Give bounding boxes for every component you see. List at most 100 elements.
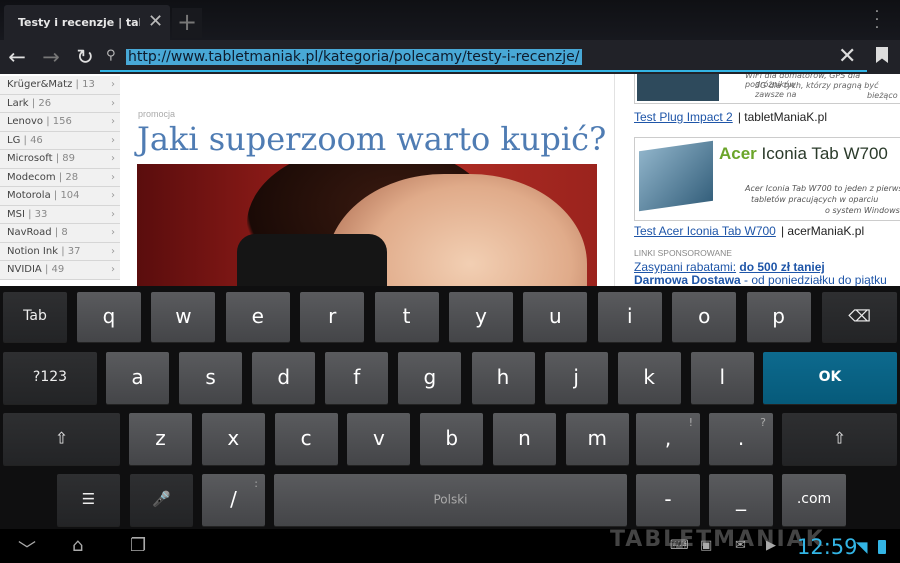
key-u[interactable]: u bbox=[523, 292, 588, 342]
key-slash[interactable]: /: bbox=[202, 474, 265, 526]
url-field[interactable]: ⚲ http://www.tabletmaniak.pl/kategoria/p… bbox=[100, 46, 867, 72]
sidebar-item[interactable]: NVIDIA | 49 › bbox=[0, 261, 120, 280]
promo-text[interactable]: Zasypani rabatami: bbox=[634, 260, 736, 274]
key-d[interactable]: d bbox=[252, 352, 316, 404]
home-icon[interactable]: ⌂ bbox=[72, 535, 83, 556]
ad-banner-plug[interactable]: WiFi dla domatorów, GPS dla podróżników … bbox=[634, 74, 900, 104]
key-shift-right[interactable]: ⇧ bbox=[782, 413, 897, 465]
article-hero-image[interactable] bbox=[137, 164, 597, 286]
key-shift-left[interactable]: ⇧ bbox=[3, 413, 120, 465]
hide-keyboard-icon[interactable]: ﹀ bbox=[18, 536, 36, 562]
sidebar-item[interactable]: LG | 46 › bbox=[0, 131, 120, 150]
promo-bold[interactable]: do 500 zł taniej bbox=[739, 260, 824, 274]
overflow-menu-icon[interactable]: · · · bbox=[872, 5, 882, 35]
key-comma[interactable]: ,! bbox=[636, 413, 700, 465]
key-backspace[interactable]: ⌫ bbox=[822, 292, 897, 342]
sidebar-item[interactable]: Microsoft | 89 › bbox=[0, 150, 120, 169]
url-text[interactable]: http://www.tabletmaniak.pl/kategoria/pol… bbox=[126, 49, 582, 65]
sidebar-item[interactable]: MSI | 33 › bbox=[0, 205, 120, 224]
key-symbols[interactable]: ?123 bbox=[3, 352, 97, 404]
reload-icon[interactable]: ↻ bbox=[72, 46, 98, 68]
sponsored-link-1[interactable]: Zasypani rabatami: do 500 zł taniej bbox=[634, 260, 825, 274]
microphone-icon: 🎤 bbox=[152, 490, 171, 509]
key-k[interactable]: k bbox=[617, 352, 681, 404]
key-p[interactable]: p bbox=[746, 292, 811, 342]
sidebar-item-name: Krüger&Matz bbox=[7, 79, 73, 90]
sponsored-link-2[interactable]: Darmowa Dostawa - od poniedziałku do pią… bbox=[634, 273, 887, 286]
chevron-right-icon: › bbox=[111, 97, 115, 109]
key-ok[interactable]: OK bbox=[763, 352, 897, 404]
sidebar-item[interactable]: NavRoad | 8 › bbox=[0, 224, 120, 243]
sidebar-item-name: LG bbox=[7, 134, 21, 146]
image-icon: ▣ bbox=[700, 538, 713, 553]
sidebar-item[interactable]: Lenovo | 156 › bbox=[0, 113, 120, 132]
sidebar-item-name: MSI bbox=[7, 208, 25, 220]
ad-caption-2: Test Acer Iconia Tab W700 | acerManiaK.p… bbox=[634, 220, 864, 239]
key-w[interactable]: w bbox=[151, 292, 216, 342]
column-divider bbox=[614, 74, 615, 286]
sidebar-item-name: Motorola bbox=[7, 190, 51, 201]
test-plug-link[interactable]: Test Plug Impact 2 bbox=[634, 110, 733, 124]
key-tab[interactable]: Tab bbox=[3, 292, 67, 342]
new-tab-button[interactable]: + bbox=[172, 8, 202, 38]
key-r[interactable]: r bbox=[300, 292, 365, 342]
sidebar-item-name: NavRoad bbox=[7, 227, 52, 238]
status-clock[interactable]: 12:59 bbox=[797, 535, 858, 559]
gmail-icon: ✉ bbox=[735, 538, 746, 553]
key-i[interactable]: i bbox=[597, 292, 662, 342]
key-dash[interactable]: - bbox=[636, 474, 700, 526]
play-store-icon: ▶ bbox=[766, 538, 776, 553]
key-dotcom[interactable]: .com bbox=[782, 474, 846, 526]
keyboard-icon: ⌨ bbox=[670, 538, 689, 553]
back-arrow-icon[interactable]: ← bbox=[4, 46, 30, 68]
test-acer-link[interactable]: Test Acer Iconia Tab W700 bbox=[634, 224, 776, 238]
key-v[interactable]: v bbox=[347, 413, 411, 465]
forward-arrow-icon[interactable]: → bbox=[38, 46, 64, 68]
key-s[interactable]: s bbox=[179, 352, 243, 404]
wifi-icon: ◥ bbox=[856, 538, 868, 556]
tab-close-icon[interactable]: ✕ bbox=[148, 11, 163, 32]
key-y[interactable]: y bbox=[449, 292, 513, 342]
sidebar-item[interactable]: Motorola | 104 › bbox=[0, 187, 120, 206]
sidebar-item-count: | 104 bbox=[53, 190, 80, 201]
sidebar-item[interactable]: Krüger&Matz | 13 › bbox=[0, 76, 120, 95]
key-voice[interactable]: 🎤 bbox=[130, 474, 193, 526]
key-h[interactable]: h bbox=[471, 352, 535, 404]
key-space[interactable]: Polski bbox=[274, 474, 627, 526]
key-z[interactable]: z bbox=[129, 413, 192, 465]
promo-bold[interactable]: Darmowa Dostawa bbox=[634, 273, 741, 286]
sidebar-item[interactable]: Lark | 26 › bbox=[0, 94, 120, 113]
key-q[interactable]: q bbox=[77, 292, 141, 342]
tab-active[interactable]: Testy i recenzje | tabletM... ✕ bbox=[4, 5, 170, 40]
sidebar-item-name: Notion Ink bbox=[7, 245, 59, 257]
key-x[interactable]: x bbox=[201, 413, 265, 465]
key-b[interactable]: b bbox=[420, 413, 484, 465]
key-settings[interactable]: ☰ bbox=[57, 474, 120, 526]
key-m[interactable]: m bbox=[565, 413, 629, 465]
key-o[interactable]: o bbox=[672, 292, 737, 342]
shift-icon: ⇧ bbox=[54, 428, 69, 448]
sidebar-item-name: Lenovo bbox=[7, 116, 44, 127]
key-g[interactable]: g bbox=[398, 352, 462, 404]
sidebar-item[interactable]: Modecom | 28 › bbox=[0, 168, 120, 187]
chevron-right-icon: › bbox=[111, 153, 115, 164]
tab-title: Testy i recenzje | tabletM... bbox=[18, 16, 140, 29]
key-l[interactable]: l bbox=[690, 352, 754, 404]
article-headline[interactable]: Jaki superzoom warto kupić? bbox=[137, 120, 606, 158]
article-category[interactable]: promocja bbox=[138, 109, 175, 119]
key-f[interactable]: f bbox=[325, 352, 389, 404]
key-period[interactable]: .? bbox=[709, 413, 773, 465]
sidebar-item[interactable]: Notion Ink | 37 › bbox=[0, 242, 120, 261]
key-j[interactable]: j bbox=[544, 352, 608, 404]
clear-url-icon[interactable]: ✕ bbox=[838, 44, 856, 69]
key-e[interactable]: e bbox=[225, 292, 290, 342]
chevron-right-icon: › bbox=[111, 264, 115, 275]
key-n[interactable]: n bbox=[493, 413, 556, 465]
key-underscore[interactable]: _ bbox=[709, 474, 773, 526]
ad-line: bieżąco bbox=[867, 91, 898, 100]
ad-banner-acer[interactable]: Acer Iconia Tab W700 Acer Iconia Tab W70… bbox=[634, 137, 900, 221]
recent-apps-icon[interactable]: ❐ bbox=[130, 535, 146, 556]
key-a[interactable]: a bbox=[106, 352, 169, 404]
key-t[interactable]: t bbox=[374, 292, 439, 342]
key-c[interactable]: c bbox=[274, 413, 338, 465]
